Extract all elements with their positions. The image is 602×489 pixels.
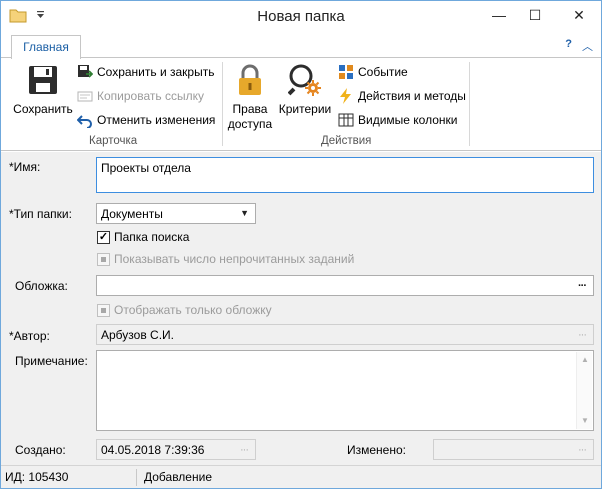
- visible-columns-label: Видимые колонки: [358, 113, 458, 127]
- group-caption-card: Карточка: [89, 135, 138, 147]
- name-field[interactable]: Проекты отдела: [96, 157, 594, 193]
- note-scrollbar[interactable]: ▲ ▼: [576, 352, 592, 429]
- floppy-disk-icon: [25, 62, 61, 98]
- modified-field: ···: [433, 439, 594, 460]
- criteria-button[interactable]: Критерии: [277, 62, 333, 117]
- save-and-close-label: Сохранить и закрыть: [97, 65, 215, 79]
- copy-link-button[interactable]: Копировать ссылку: [77, 86, 204, 106]
- criteria-label: Критерии: [278, 102, 332, 116]
- name-label: *Имя:: [9, 160, 41, 174]
- cover-label: Обложка:: [15, 279, 68, 293]
- record-id: ИД: 105430: [5, 470, 69, 484]
- ribbon-tab-bar: Главная ? ︿: [1, 33, 601, 59]
- group-separator: [469, 62, 470, 146]
- search-folder-label: Папка поиска: [114, 230, 190, 244]
- show-unread-checkbox[interactable]: [97, 252, 110, 266]
- copy-link-icon: [77, 88, 93, 104]
- actions-methods-button[interactable]: Действия и методы: [338, 86, 466, 106]
- edit-mode: Добавление: [144, 470, 212, 484]
- cover-field[interactable]: ···: [96, 275, 594, 296]
- maximize-button[interactable]: ☐: [513, 1, 557, 29]
- lightning-icon: [338, 88, 354, 104]
- group-separator: [222, 62, 223, 146]
- cover-only-label: Отображать только обложку: [114, 303, 272, 317]
- chevron-down-icon: ▼: [240, 208, 249, 218]
- close-button[interactable]: ✕: [557, 1, 601, 29]
- created-value: 04.05.2018 7:39:36: [101, 442, 205, 457]
- save-button-label: Сохранить: [13, 102, 73, 116]
- author-value: Арбузов С.И.: [101, 327, 174, 342]
- scroll-down-icon[interactable]: ▼: [577, 413, 593, 429]
- search-folder-checkbox[interactable]: ✓: [97, 230, 110, 244]
- undo-icon: [77, 112, 93, 128]
- folder-type-value: Документы: [101, 206, 163, 221]
- save-button[interactable]: Сохранить: [11, 62, 75, 117]
- access-rights-label-1: Права: [232, 102, 268, 116]
- access-rights-label-2: доступа: [227, 117, 273, 131]
- visible-columns-button[interactable]: Видимые колонки: [338, 110, 457, 130]
- help-icon[interactable]: ?: [565, 38, 572, 54]
- note-textarea[interactable]: ▲ ▼: [96, 350, 594, 431]
- group-caption-actions: Действия: [321, 135, 372, 147]
- name-value: Проекты отдела: [101, 161, 191, 175]
- lock-icon: [232, 62, 268, 98]
- tab-home[interactable]: Главная: [11, 35, 81, 59]
- save-and-close-button[interactable]: Сохранить и закрыть: [77, 62, 214, 82]
- show-unread-checkbox-row[interactable]: Показывать число непрочитанных заданий: [97, 252, 354, 266]
- author-label: *Автор:: [9, 329, 50, 343]
- title-bar: Новая папка — ☐ ✕: [1, 1, 601, 33]
- scroll-up-icon[interactable]: ▲: [577, 352, 593, 368]
- folder-type-select[interactable]: Документы ▼: [96, 203, 256, 224]
- created-label: Создано:: [15, 443, 66, 457]
- window: Новая папка — ☐ ✕ Главная ? ︿ Сохранить: [0, 0, 602, 489]
- status-separator: [136, 469, 137, 486]
- status-bar: ИД: 105430 Добавление: [1, 465, 601, 488]
- card-form: *Имя: Проекты отдела *Тип папки: Докумен…: [1, 152, 601, 465]
- author-field[interactable]: Арбузов С.И. ···: [96, 324, 594, 345]
- event-label: Событие: [358, 65, 408, 79]
- undo-changes-button[interactable]: Отменить изменения: [77, 110, 215, 130]
- modified-label: Изменено:: [347, 443, 406, 457]
- actions-methods-label: Действия и методы: [358, 89, 466, 103]
- undo-changes-label: Отменить изменения: [97, 113, 216, 127]
- search-folder-checkbox-row[interactable]: ✓ Папка поиска: [97, 230, 189, 244]
- event-blocks-icon: [338, 64, 354, 80]
- event-button[interactable]: Событие: [338, 62, 408, 82]
- cover-only-checkbox[interactable]: [97, 303, 110, 317]
- created-field: 04.05.2018 7:39:36 ···: [96, 439, 256, 460]
- cover-only-checkbox-row[interactable]: Отображать только обложку: [97, 303, 272, 317]
- author-browse-button[interactable]: ···: [572, 326, 592, 343]
- magnifier-gear-icon: [287, 62, 323, 98]
- show-unread-label: Показывать число непрочитанных заданий: [114, 252, 355, 266]
- created-browse-button[interactable]: ···: [234, 441, 254, 458]
- note-label: Примечание:: [15, 354, 88, 368]
- folder-type-label: *Тип папки:: [9, 207, 72, 221]
- modified-browse-button[interactable]: ···: [572, 441, 592, 458]
- cover-browse-button[interactable]: ···: [572, 277, 592, 294]
- ribbon-right-controls: ? ︿: [565, 38, 593, 54]
- collapse-ribbon-icon[interactable]: ︿: [582, 38, 593, 54]
- ribbon: Сохранить Сохранить и закрыть Копировать…: [1, 57, 601, 151]
- access-rights-button[interactable]: Права доступа: [227, 62, 273, 132]
- columns-icon: [338, 112, 354, 128]
- copy-link-label: Копировать ссылку: [97, 89, 204, 103]
- save-close-icon: [77, 64, 93, 80]
